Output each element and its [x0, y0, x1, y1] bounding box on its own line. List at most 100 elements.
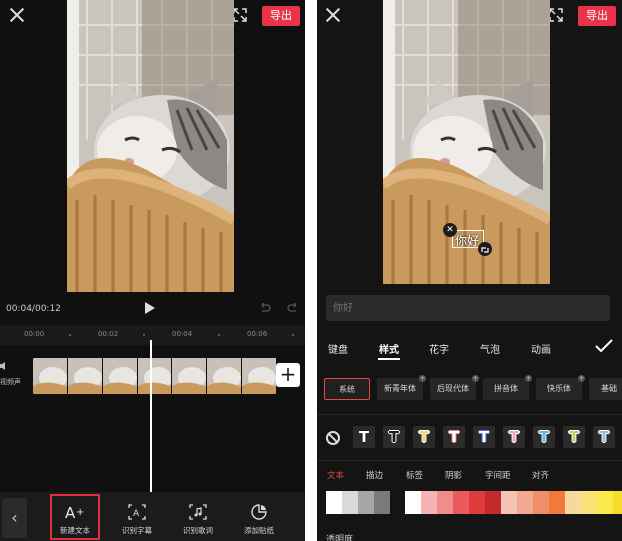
- font-label: 快乐体: [547, 384, 571, 393]
- undo-icon[interactable]: [259, 303, 271, 313]
- style-preset[interactable]: T: [353, 426, 375, 448]
- style-preset[interactable]: T: [503, 426, 525, 448]
- tab-keyboard[interactable]: 键盘: [328, 341, 348, 356]
- style-preset[interactable]: T: [593, 426, 615, 448]
- tab-style[interactable]: 样式: [379, 341, 399, 356]
- redo-icon[interactable]: [287, 303, 299, 313]
- add-clip-button[interactable]: +: [276, 363, 300, 387]
- font-list: 系统 新青年体+ 后现代体+ 拼音体+ 快乐体+ 基础+: [317, 373, 622, 405]
- style-preset[interactable]: T: [413, 426, 435, 448]
- back-button[interactable]: ‹: [2, 498, 27, 538]
- font-label: 后现代体: [437, 384, 469, 393]
- cat-video-frame: [67, 0, 234, 292]
- color-swatch[interactable]: [326, 491, 342, 514]
- color-swatches: [326, 491, 622, 514]
- export-button[interactable]: 导出: [262, 6, 300, 26]
- tab-animation[interactable]: 动画: [531, 341, 551, 356]
- subtab-stroke[interactable]: 描边: [366, 469, 383, 481]
- add-text-icon: A +: [65, 504, 84, 521]
- no-style-icon[interactable]: [326, 431, 340, 445]
- clip-thumbnail[interactable]: [172, 358, 207, 394]
- color-swatch[interactable]: [485, 491, 501, 514]
- confirm-check-icon[interactable]: [595, 339, 613, 353]
- editor-tabs: 键盘 样式 花字 气泡 动画: [317, 341, 622, 357]
- fullscreen-icon[interactable]: [549, 8, 563, 22]
- color-swatch[interactable]: [453, 491, 469, 514]
- tool-recognize-subtitle[interactable]: A 识别字幕: [112, 494, 162, 540]
- fullscreen-icon[interactable]: [233, 8, 247, 22]
- tab-bubble[interactable]: 气泡: [480, 341, 500, 356]
- color-swatch[interactable]: [437, 491, 453, 514]
- video-preview[interactable]: [67, 0, 234, 292]
- color-swatch[interactable]: [358, 491, 374, 514]
- color-swatch[interactable]: [549, 491, 565, 514]
- ruler-tick: 00:04: [172, 330, 193, 338]
- speaker-icon[interactable]: [0, 362, 9, 370]
- ruler-dot: [218, 334, 220, 336]
- font-option[interactable]: 后现代体 +: [430, 375, 479, 400]
- recognize-lyrics-icon: [189, 504, 207, 520]
- clip-thumbnail[interactable]: [137, 358, 172, 394]
- style-preset[interactable]: T: [473, 426, 495, 448]
- color-swatch[interactable]: [501, 491, 517, 514]
- playhead[interactable]: [150, 340, 152, 492]
- tool-recognize-lyrics[interactable]: 识别歌词: [173, 494, 223, 540]
- color-swatch[interactable]: [469, 491, 485, 514]
- original-audio-label[interactable]: 视频声: [0, 377, 21, 388]
- style-preset[interactable]: T: [533, 426, 555, 448]
- color-swatch[interactable]: [533, 491, 549, 514]
- color-swatch[interactable]: [405, 491, 421, 514]
- export-button[interactable]: 导出: [578, 6, 616, 26]
- tool-label: 添加贴纸: [244, 526, 274, 535]
- clip-thumbnail[interactable]: [207, 358, 242, 394]
- color-swatch[interactable]: [374, 491, 390, 514]
- close-icon[interactable]: [324, 6, 342, 24]
- tool-add-sticker[interactable]: 添加贴纸: [234, 494, 284, 540]
- clip-thumbnail[interactable]: [102, 358, 137, 394]
- tab-fancy-text[interactable]: 花字: [429, 341, 449, 356]
- text-property-tabs: 文本 描边 标签 阴影 字间距 对齐: [317, 469, 622, 483]
- font-system[interactable]: 系统: [324, 378, 370, 400]
- font-option[interactable]: 新青年体 +: [377, 375, 426, 400]
- video-preview[interactable]: 你好 ✕: [383, 0, 550, 284]
- color-swatch[interactable]: [581, 491, 597, 514]
- svg-text:A: A: [133, 509, 140, 519]
- tool-new-text[interactable]: A + 新建文本: [50, 494, 100, 540]
- close-icon[interactable]: [8, 6, 26, 24]
- color-swatch[interactable]: [421, 491, 437, 514]
- rotate-scale-icon[interactable]: [478, 242, 492, 256]
- font-label: 拼音体: [494, 384, 518, 393]
- font-option[interactable]: 拼音体 +: [483, 375, 532, 400]
- font-label: 新青年体: [384, 384, 416, 393]
- font-option[interactable]: 基础+: [589, 378, 622, 400]
- ruler-dot: [292, 334, 294, 336]
- sticker-icon: [251, 504, 267, 520]
- play-icon[interactable]: [145, 302, 155, 314]
- style-preset[interactable]: T: [563, 426, 585, 448]
- style-preset[interactable]: T: [443, 426, 465, 448]
- subtab-shadow[interactable]: 阴影: [445, 469, 462, 481]
- color-swatch[interactable]: [342, 491, 358, 514]
- svg-text:+: +: [76, 507, 84, 518]
- style-preset[interactable]: T: [383, 426, 405, 448]
- subtab-label[interactable]: 标签: [406, 469, 423, 481]
- timeline-ruler: 00:00 00:02 00:04 00:06: [0, 325, 305, 345]
- svg-text:A: A: [65, 504, 76, 521]
- text-overlay[interactable]: 你好: [455, 232, 479, 249]
- video-track[interactable]: [33, 358, 277, 394]
- color-swatch[interactable]: [597, 491, 613, 514]
- subtab-text[interactable]: 文本: [327, 469, 344, 481]
- clip-thumbnail[interactable]: [67, 358, 102, 394]
- color-swatch[interactable]: [517, 491, 533, 514]
- clip-thumbnail[interactable]: [33, 358, 67, 394]
- active-tab-indicator: [378, 358, 400, 360]
- text-input-field[interactable]: [326, 295, 610, 321]
- color-swatch[interactable]: [565, 491, 581, 514]
- subtab-alignment[interactable]: 对齐: [532, 469, 549, 481]
- subtab-letter-spacing[interactable]: 字间距: [485, 469, 511, 481]
- font-option[interactable]: 快乐体 +: [536, 375, 585, 400]
- delete-text-icon[interactable]: ✕: [443, 223, 457, 237]
- clip-thumbnail[interactable]: [242, 358, 277, 394]
- ruler-tick: 00:06: [247, 330, 268, 338]
- color-swatch[interactable]: [613, 491, 622, 514]
